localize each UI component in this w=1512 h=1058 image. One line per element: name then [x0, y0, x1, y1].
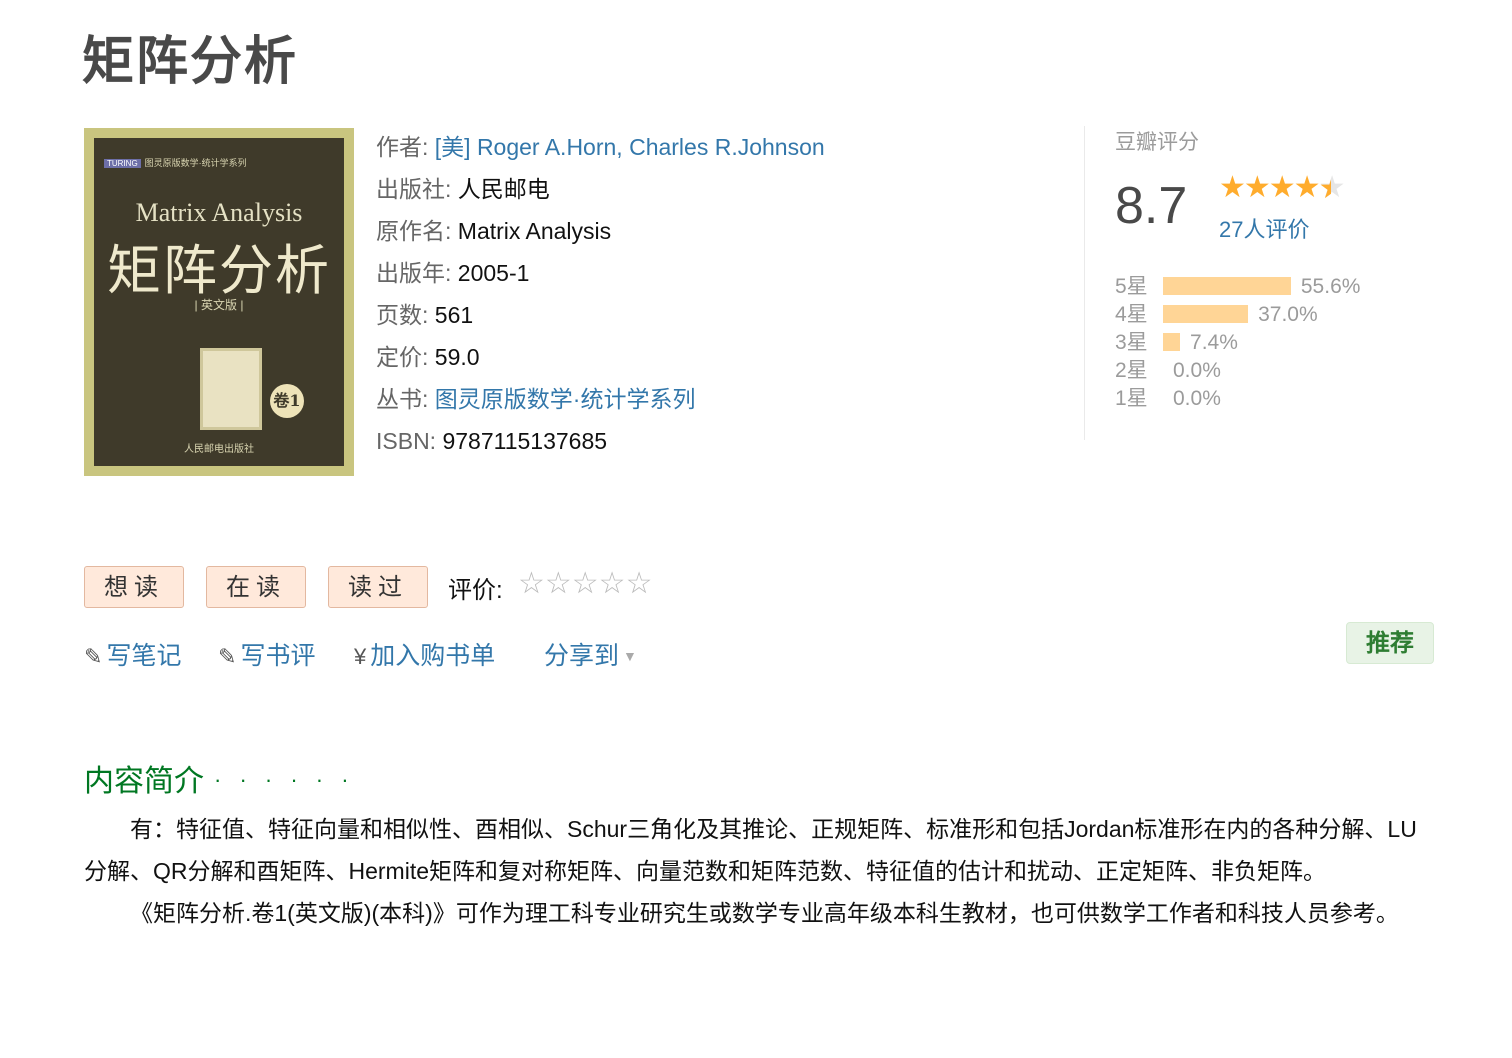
year-label: 出版年:	[376, 260, 452, 286]
rating-bar-row: 2星 0.0%	[1115, 354, 1221, 382]
rating-bar-label: 4星	[1115, 303, 1148, 326]
series-label: 丛书:	[376, 386, 429, 412]
rating-bar-fill	[1163, 333, 1181, 351]
write-note-link[interactable]: ✎ 写笔记	[84, 636, 181, 672]
caret-down-icon: ▼	[623, 648, 637, 664]
isbn-value: 9787115137685	[442, 428, 608, 454]
want-to-read-button[interactable]: 想读	[84, 566, 184, 608]
reading-button[interactable]: 在读	[206, 566, 306, 608]
rating-bar-fill	[1163, 277, 1291, 295]
rating-bar-row: 4星 37.0%	[1115, 298, 1318, 326]
recommend-button[interactable]: 推荐	[1346, 622, 1434, 664]
pencil-icon: ✎	[84, 644, 103, 669]
cover-series: TURING 图灵原版数学·统计学系列	[104, 156, 334, 170]
original-title-label: 原作名:	[376, 218, 452, 244]
cover-inset-image	[200, 348, 262, 430]
rating-bar-percent: 55.6%	[1300, 275, 1361, 298]
price-label: 定价:	[376, 344, 429, 370]
publisher-value: 人民邮电	[457, 176, 550, 202]
cover-edition: | 英文版 |	[194, 298, 244, 312]
rating-count-link[interactable]: 27人评价	[1219, 212, 1309, 244]
cover-title-zh: 矩阵分析	[107, 239, 331, 302]
rating-bar-label: 3星	[1115, 331, 1148, 354]
rating-bar-row: 1星 0.0%	[1115, 382, 1221, 410]
intro-paragraph: 有：特征值、特征向量和相似性、酉相似、Schur三角化及其推论、正规矩阵、标准形…	[84, 816, 1417, 884]
rating-bar-label: 2星	[1115, 359, 1148, 382]
intro-body: 有：特征值、特征向量和相似性、酉相似、Schur三角化及其推论、正规矩阵、标准形…	[84, 808, 1430, 934]
book-cover[interactable]: TURING 图灵原版数学·统计学系列 Matrix Analysis 矩阵分析 …	[84, 128, 354, 476]
rating-bar-label: 5星	[1115, 275, 1148, 298]
yen-icon: ¥	[354, 644, 367, 669]
write-review-link[interactable]: ✎ 写书评	[218, 636, 315, 672]
rating-title: 豆瓣评分	[1115, 131, 1199, 154]
rating-bar-percent: 7.4%	[1190, 331, 1238, 354]
intro-paragraph: 《矩阵分析.卷1(英文版)(本科)》可作为理工科专业研究生或数学专业高年级本科生…	[130, 900, 1399, 926]
intro-heading: 内容简介 · · · · · ·	[84, 765, 355, 798]
pages-label: 页数:	[376, 302, 429, 328]
add-to-cart-link[interactable]: ¥ 加入购书单	[354, 636, 495, 672]
page-title: 矩阵分析	[82, 33, 299, 91]
publisher-label: 出版社:	[376, 176, 452, 202]
author-label: 作者:	[376, 134, 429, 160]
price-value: 59.0	[434, 344, 480, 370]
series-link[interactable]: 图灵原版数学·统计学系列	[435, 386, 696, 412]
rating-bar-fill	[1163, 305, 1249, 323]
cover-title-en: Matrix Analysis	[135, 198, 303, 227]
rating-bar-percent: 0.0%	[1173, 359, 1221, 382]
heading-dots: · · · · · ·	[214, 767, 355, 792]
share-dropdown[interactable]: 分享到 ▼	[544, 636, 637, 672]
rating-bar-row: 3星 7.4%	[1115, 326, 1238, 354]
year-value: 2005-1	[457, 260, 530, 286]
pages-value: 561	[434, 302, 474, 328]
rating-bar-row: 5星 55.6%	[1115, 270, 1360, 298]
pencil-icon: ✎	[218, 644, 237, 669]
cover-publisher: 人民邮电出版社	[184, 444, 254, 455]
rate-label: 评价:	[448, 577, 503, 604]
rating-bar-percent: 0.0%	[1173, 387, 1221, 410]
isbn-label: ISBN:	[376, 428, 437, 454]
rate-stars-input[interactable]: ☆☆☆☆☆	[518, 566, 652, 601]
rating-stars-icon: ★★★★★	[1219, 170, 1345, 205]
rating-panel: 豆瓣评分 8.7 ★★★★★ 27人评价 5星 55.6% 4星 37.0% 3星 7.4…	[1084, 126, 1415, 440]
rating-bar-percent: 37.0%	[1258, 303, 1318, 326]
have-read-button[interactable]: 读过	[328, 566, 428, 608]
rating-score: 8.7	[1115, 177, 1188, 235]
rating-bar-label: 1星	[1115, 387, 1148, 410]
original-title-value: Matrix Analysis	[457, 218, 612, 244]
author-link[interactable]: [美] Roger A.Horn, Charles R.Johnson	[435, 134, 825, 160]
cover-volume-badge: 卷1	[270, 384, 304, 418]
book-info: 作者: [美] Roger A.Horn, Charles R.Johnson …	[376, 126, 825, 462]
